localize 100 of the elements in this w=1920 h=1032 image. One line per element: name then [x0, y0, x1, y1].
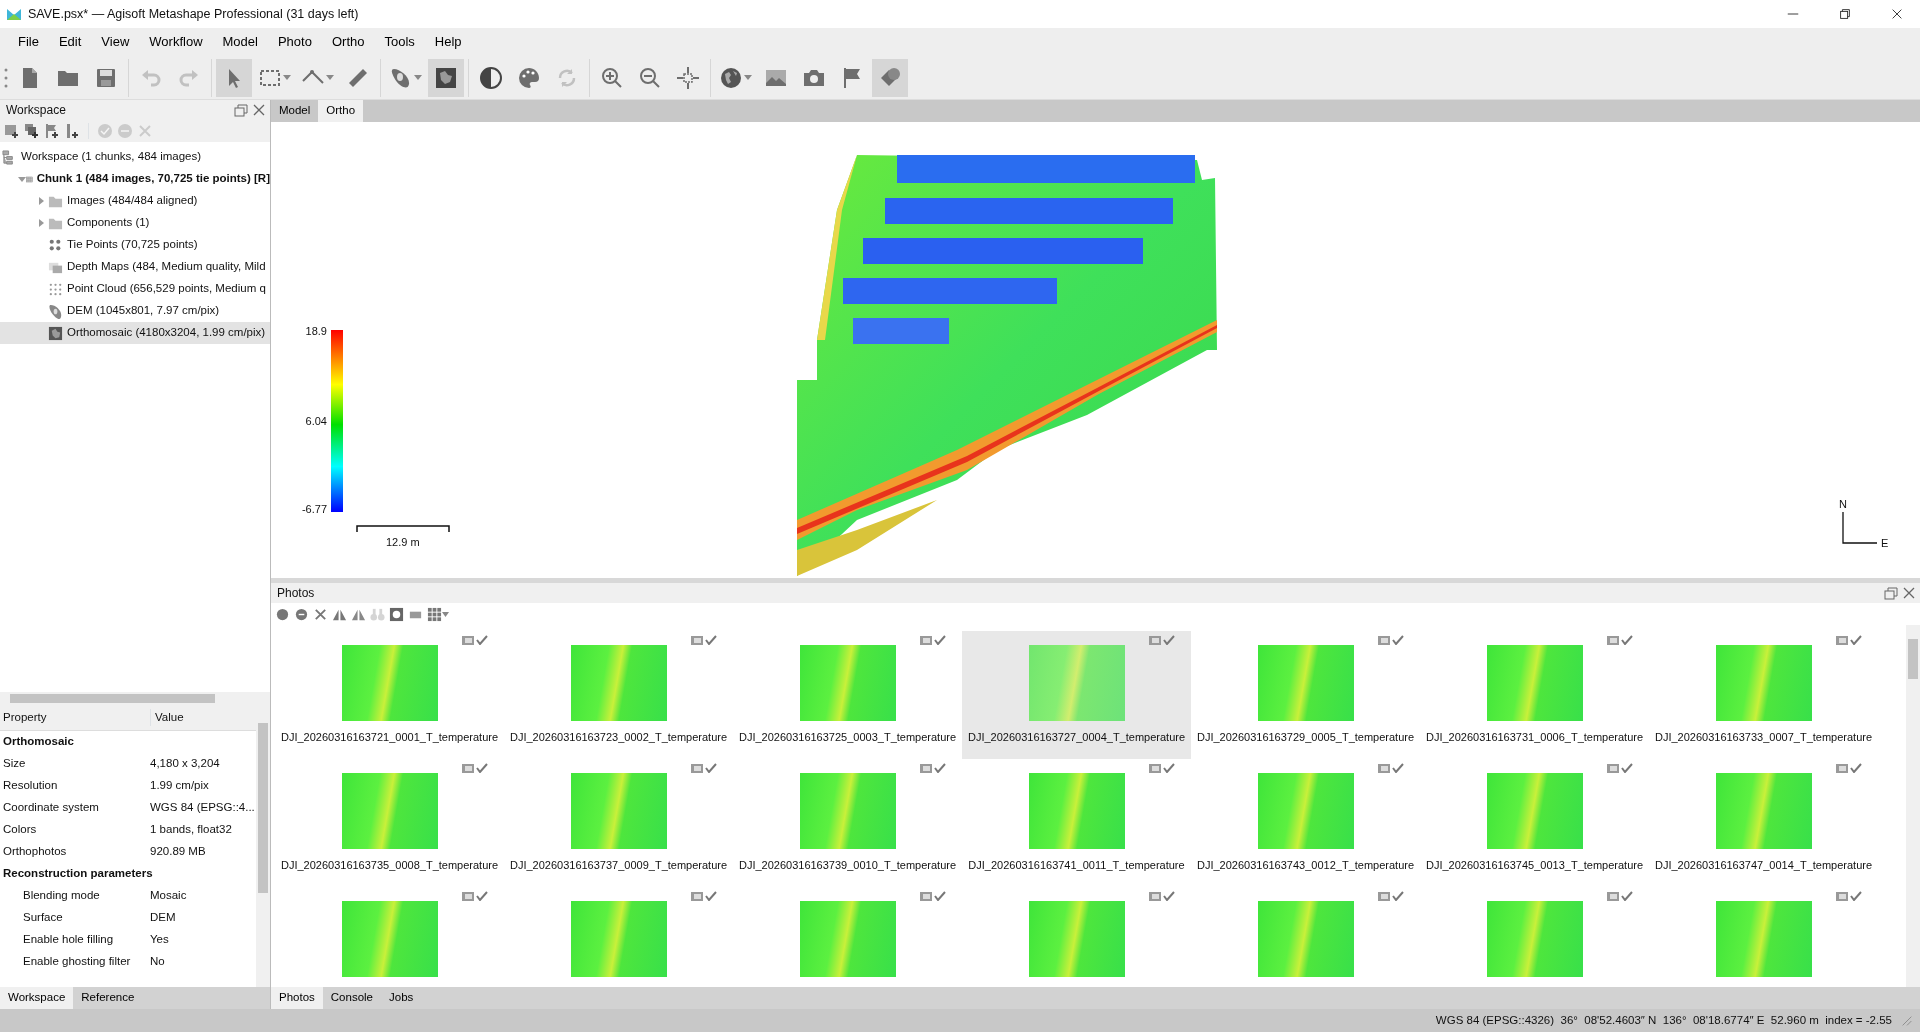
tab[interactable]: Console: [322, 987, 381, 1009]
dots-grid-icon: [48, 281, 63, 297]
tree-item[interactable]: Images (484/484 aligned): [0, 190, 270, 212]
photo-tile[interactable]: DJI_20260316163727_0004_T_temperature: [962, 631, 1191, 759]
photo-tile[interactable]: DJI_20260316163725_0003_T_temperature: [733, 631, 962, 759]
tab[interactable]: Workspace: [0, 987, 74, 1009]
property-value: Yes: [150, 932, 169, 948]
photo-tile[interactable]: DJI_20260316163729_0005_T_temperature: [1191, 631, 1420, 759]
dots-icon: [48, 237, 63, 253]
tab[interactable]: Photos: [271, 987, 323, 1009]
toolbar-button[interactable]: [428, 58, 464, 97]
colorbar-label: -6.77: [300, 502, 327, 517]
photo-tile[interactable]: DJI_20260316163739_0010_T_temperature: [733, 759, 962, 887]
undock-icon: [234, 103, 248, 117]
photo-tile[interactable]: DJI_20260316163745_0013_T_temperature: [1420, 759, 1649, 887]
window-title: SAVE.psx* — Agisoft Metashape Professional (31 days left): [28, 5, 360, 23]
camera-photo-icon: [1836, 635, 1848, 645]
tree-item[interactable]: Tie Points (70,725 points): [0, 234, 270, 256]
photo-tile[interactable]: DJI_20260316163723_0002_T_temperature: [504, 631, 733, 759]
property-value: 1.99 cm/pix: [150, 778, 209, 794]
tree-item[interactable]: Chunk 1 (484 images, 70,725 tie points) [R]: [0, 168, 270, 190]
property-name: Orthomosaic: [2, 734, 74, 750]
column-header[interactable]: Property: [0, 708, 150, 727]
close-icon: [1890, 7, 1904, 21]
tab[interactable]: Ortho: [318, 100, 364, 122]
toolbar-button[interactable]: [216, 58, 252, 97]
vertical-scrollbar[interactable]: [256, 705, 270, 987]
zoom-out-icon: [638, 65, 662, 90]
property-name: Enable ghosting filter: [22, 954, 132, 970]
tree-item[interactable]: DEM (1045x801, 7.97 cm/pix): [0, 300, 270, 322]
menu-item[interactable]: Model: [212, 29, 268, 55]
property-name: Reconstruction parameters: [2, 866, 153, 882]
map-icon: [48, 325, 63, 341]
horizontal-scrollbar[interactable]: [0, 692, 270, 705]
tree-item[interactable]: Components (1): [0, 212, 270, 234]
photo-tile[interactable]: DJI_20260316163741_0011_T_temperature: [962, 759, 1191, 887]
photo-tile[interactable]: DJI_20260316163735_0008_T_temperature: [275, 759, 504, 887]
photo-label: DJI_20260316163737_0009_T_temperature: [509, 858, 728, 873]
menu-item[interactable]: Tools: [374, 29, 425, 55]
tool-button[interactable]: [64, 123, 80, 139]
tab[interactable]: Model: [271, 100, 319, 122]
minus-circle-icon: [294, 606, 309, 622]
photo-tile[interactable]: DJI_20260316163743_0012_T_temperature: [1191, 759, 1420, 887]
camera-photo-icon: [691, 763, 703, 773]
fit-icon: [676, 65, 700, 90]
camera-photo-icon: [691, 891, 703, 901]
photo-tile[interactable]: DJI_20260316163747_0014_T_temperature: [1649, 759, 1878, 887]
colorbar-label: 6.04: [304, 414, 327, 429]
panel-title: Photos: [277, 585, 316, 602]
photo-label: DJI_20260316163747_0014_T_temperature: [1654, 858, 1873, 873]
close-button[interactable]: [252, 103, 266, 117]
photo-label: DJI_20260316163723_0002_T_temperature: [509, 730, 728, 745]
tree-label: Depth Maps (484, Medium quality, Mild: [67, 259, 266, 275]
undock-button[interactable]: [1884, 586, 1898, 600]
tree-item[interactable]: Orthomosaic (4180x3204, 1.99 cm/pix): [0, 322, 270, 344]
toolbar-button[interactable]: [872, 58, 908, 97]
tool-button[interactable]: [4, 123, 20, 139]
menu-item[interactable]: Edit: [48, 29, 92, 55]
app-logo-icon: [6, 6, 22, 22]
property-name: Coordinate system: [2, 800, 100, 816]
add-chunk-icon: [4, 123, 20, 139]
tree-label: Workspace (1 chunks, 484 images): [21, 149, 202, 165]
tab[interactable]: Jobs: [381, 987, 422, 1009]
camera-photo-icon: [920, 891, 932, 901]
tool-button[interactable]: [389, 606, 404, 622]
menu-item[interactable]: Workflow: [139, 29, 213, 55]
tool-button[interactable]: [24, 123, 40, 139]
camera-photo-icon: [1607, 891, 1619, 901]
tree-label: Point Cloud (656,529 points, Medium q: [67, 281, 266, 297]
tree-label: DEM (1045x801, 7.97 cm/pix): [67, 303, 220, 319]
menu-item[interactable]: View: [91, 29, 140, 55]
close-button[interactable]: [1902, 586, 1916, 600]
camera-photo-icon: [1149, 635, 1161, 645]
photo-tile[interactable]: DJI_20260316163721_0001_T_temperature: [275, 631, 504, 759]
property-value: 920.89 MB: [150, 844, 206, 860]
caret-icon: [414, 74, 422, 81]
menu-item[interactable]: Ortho: [321, 29, 375, 55]
photo-label: DJI_20260316163727_0004_T_temperature: [967, 730, 1186, 745]
vertical-scrollbar[interactable]: [1906, 625, 1920, 987]
photo-tile[interactable]: DJI_20260316163733_0007_T_temperature: [1649, 631, 1878, 759]
undock-icon: [1884, 586, 1898, 600]
menu-item[interactable]: Photo: [267, 29, 322, 55]
column-header[interactable]: Value: [150, 708, 184, 727]
property-value: Mosaic: [150, 888, 187, 904]
property-name: Size: [2, 756, 27, 772]
tree-item[interactable]: Point Cloud (656,529 points, Medium q: [0, 278, 270, 300]
property-name: Resolution: [2, 778, 59, 794]
photo-label: DJI_20260316163745_0013_T_temperature: [1425, 858, 1644, 873]
tree-item[interactable]: Depth Maps (484, Medium quality, Mild: [0, 256, 270, 278]
photo-tile[interactable]: DJI_20260316163731_0006_T_temperature: [1420, 631, 1649, 759]
tool-button[interactable]: [44, 123, 60, 139]
undock-button[interactable]: [234, 103, 248, 117]
tab[interactable]: Reference: [73, 987, 143, 1009]
tree-label: Orthomosaic (4180x3204, 1.99 cm/pix): [67, 325, 266, 341]
scale-label: 12.9 m: [386, 535, 420, 550]
camera-photo-icon: [1378, 891, 1390, 901]
photo-tile[interactable]: DJI_20260316163737_0009_T_temperature: [504, 759, 733, 887]
menu-item[interactable]: Help: [424, 29, 472, 55]
menu-item[interactable]: File: [8, 29, 49, 55]
tree-item[interactable]: Workspace (1 chunks, 484 images): [0, 146, 270, 168]
